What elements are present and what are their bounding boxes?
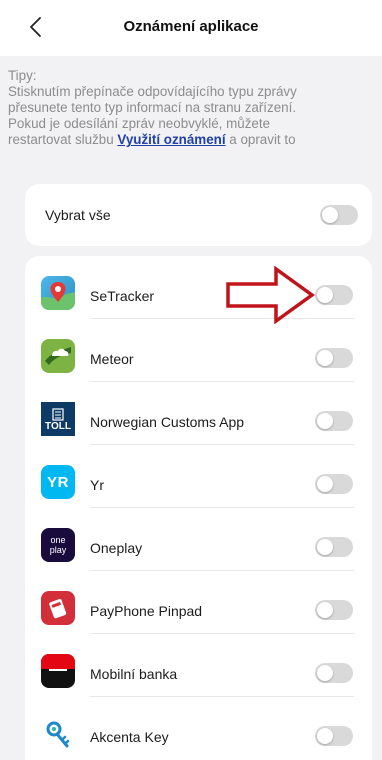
akcenta-key-icon bbox=[41, 717, 75, 751]
app-row-yr[interactable]: YR Yr bbox=[25, 445, 372, 508]
app-name: Norwegian Customs App bbox=[90, 414, 245, 430]
app-name: Akcenta Key bbox=[90, 729, 169, 745]
mobilni-banka-icon bbox=[41, 654, 75, 688]
tips-line: přesunete tento typ informací na stranu … bbox=[8, 100, 297, 115]
app-toggle-yr[interactable] bbox=[315, 474, 353, 494]
app-toggle-norwegian-customs[interactable] bbox=[315, 411, 353, 431]
tips-line-last: restartovat službu Využití oznámení a op… bbox=[8, 132, 378, 148]
app-row-mobilni-banka[interactable]: Mobilní banka bbox=[25, 634, 372, 697]
app-row-oneplay[interactable]: one play Oneplay bbox=[25, 508, 372, 571]
app-toggle-setracker[interactable] bbox=[315, 285, 353, 305]
app-row-setracker[interactable]: SeTracker bbox=[25, 256, 372, 319]
tips-line: Stisknutím přepínače odpovídajícího typu… bbox=[8, 84, 297, 99]
app-toggle-meteor[interactable] bbox=[315, 348, 353, 368]
tips-line: Pokud je odesílání zpráv neobvyklé, může… bbox=[8, 116, 271, 131]
meteor-cloud-icon bbox=[41, 339, 75, 373]
tips-last-prefix: restartovat službu bbox=[8, 132, 118, 147]
red-outline-arrow-right-icon bbox=[226, 266, 315, 324]
toll-icon: TOLL bbox=[41, 402, 75, 436]
select-all-toggle[interactable] bbox=[320, 205, 358, 225]
tips-last-suffix: a opravit to bbox=[225, 132, 296, 147]
app-name: Meteor bbox=[90, 351, 134, 367]
app-toggle-oneplay[interactable] bbox=[315, 537, 353, 557]
oneplay-icon-text-top: one bbox=[50, 535, 66, 545]
app-name: Oneplay bbox=[90, 540, 143, 556]
app-row-norwegian-customs[interactable]: TOLL Norwegian Customs App bbox=[25, 382, 372, 445]
yr-icon: YR bbox=[41, 465, 75, 499]
payphone-card-icon bbox=[41, 591, 75, 625]
tips-text: Tipy: Stisknutím přepínače odpovídajícíh… bbox=[8, 68, 378, 148]
app-toggle-mobilni-banka[interactable] bbox=[315, 663, 353, 683]
setracker-map-pin-icon bbox=[41, 276, 75, 310]
header-bar: Oznámení aplikace bbox=[0, 0, 382, 56]
select-all-label: Vybrat vše bbox=[45, 207, 111, 223]
app-name: Yr bbox=[90, 477, 104, 493]
app-row-payphone[interactable]: PayPhone Pinpad bbox=[25, 571, 372, 634]
app-list-card: SeTracker Meteor TOLL Norwegian Customs … bbox=[25, 256, 372, 760]
toll-icon-text: TOLL bbox=[45, 420, 71, 432]
yr-icon-text: YR bbox=[47, 473, 69, 491]
notification-usage-link[interactable]: Využití oznámení bbox=[117, 132, 225, 147]
app-row-meteor[interactable]: Meteor bbox=[25, 319, 372, 382]
app-toggle-payphone[interactable] bbox=[315, 600, 353, 620]
app-name: Mobilní banka bbox=[90, 666, 178, 682]
select-all-card: Vybrat vše bbox=[25, 184, 372, 246]
app-name: SeTracker bbox=[90, 288, 155, 304]
app-name: PayPhone Pinpad bbox=[90, 603, 203, 619]
page-title: Oznámení aplikace bbox=[123, 18, 259, 35]
oneplay-icon: one play bbox=[41, 528, 75, 562]
oneplay-icon-text-bottom: play bbox=[49, 545, 67, 555]
app-toggle-akcenta-key[interactable] bbox=[315, 726, 353, 746]
app-row-akcenta-key[interactable]: Akcenta Key bbox=[25, 697, 372, 760]
tips-line: Tipy: bbox=[8, 68, 37, 83]
